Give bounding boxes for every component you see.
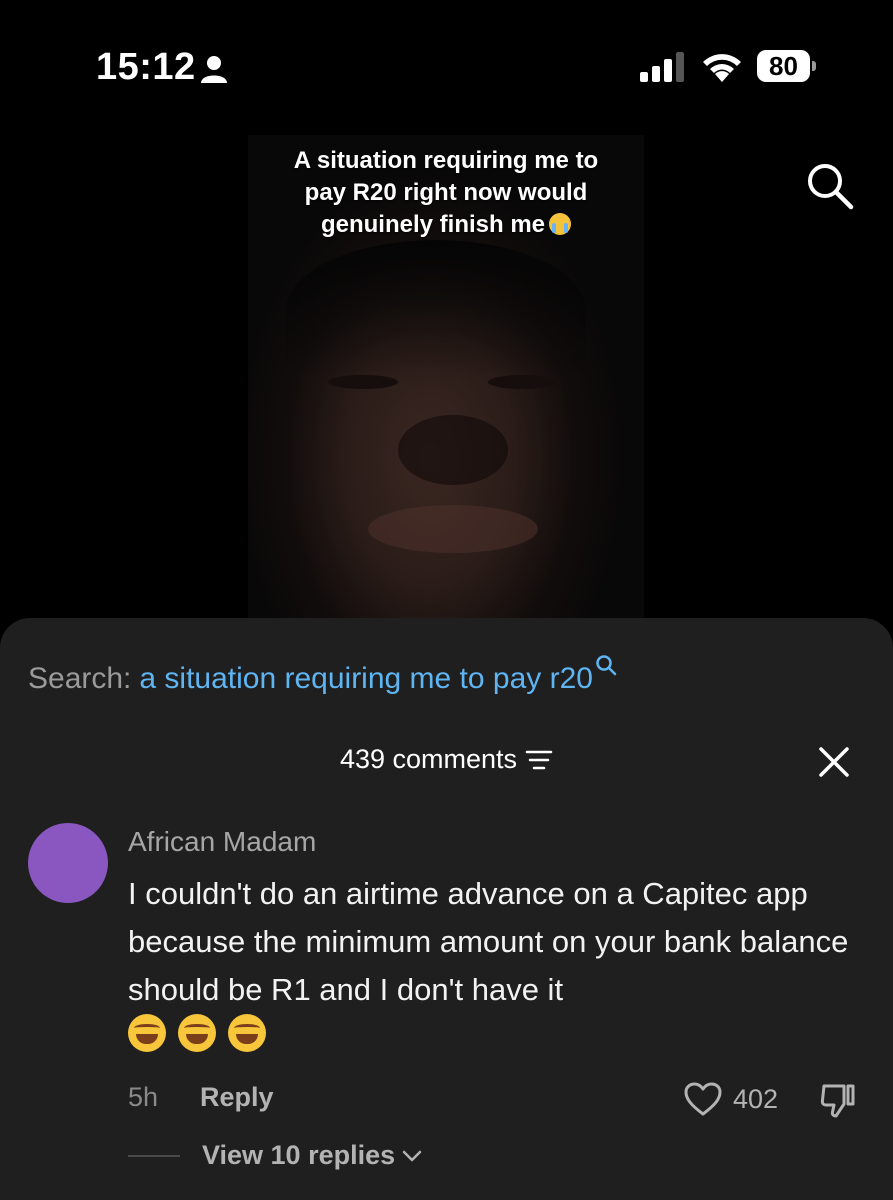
video-caption: A situation requiring me to pay R20 righ… bbox=[248, 145, 644, 241]
search-query-link[interactable]: a situation requiring me to pay r20 bbox=[139, 662, 593, 695]
sort-icon[interactable] bbox=[525, 749, 553, 771]
battery-level: 80 bbox=[757, 50, 810, 82]
comments-count: 439 comments bbox=[339, 744, 518, 774]
view-replies-row[interactable]: View 10 replies bbox=[128, 1140, 423, 1171]
comment-meta: 5h Reply bbox=[128, 1082, 274, 1113]
comment-emoji-row bbox=[128, 1014, 278, 1052]
battery-tip bbox=[812, 61, 816, 71]
comment-text: I couldn't do an airtime advance on a Ca… bbox=[128, 876, 849, 1007]
status-time: 15:12 bbox=[96, 46, 196, 88]
face-with-tears-of-joy-icon bbox=[128, 1014, 166, 1052]
close-icon[interactable] bbox=[818, 746, 850, 778]
search-suggestion[interactable]: Search: a situation requiring me to pay r… bbox=[28, 654, 617, 696]
status-bar: 15:12 80 bbox=[0, 0, 893, 130]
comment-timestamp: 5h bbox=[128, 1082, 159, 1112]
heart-icon[interactable] bbox=[683, 1081, 723, 1117]
face-with-tears-of-joy-icon bbox=[228, 1014, 266, 1052]
caption-line-3: genuinely finish me bbox=[320, 211, 546, 238]
comment-username[interactable]: African Madam bbox=[128, 826, 316, 858]
chevron-down-icon[interactable] bbox=[401, 1149, 423, 1163]
video-preview[interactable]: A situation requiring me to pay R20 righ… bbox=[248, 135, 644, 625]
like-count: 402 bbox=[733, 1083, 779, 1114]
signal-icon bbox=[640, 52, 684, 82]
avatar[interactable] bbox=[28, 823, 108, 903]
caption-line-1: A situation requiring me to bbox=[293, 147, 599, 174]
video-eye-left bbox=[328, 375, 398, 389]
comments-sheet: Search: a situation requiring me to pay r… bbox=[0, 618, 893, 1200]
video-lips bbox=[368, 505, 538, 553]
video-eye-right bbox=[488, 375, 558, 389]
search-icon[interactable] bbox=[804, 160, 856, 212]
video-nose bbox=[398, 415, 508, 485]
person-icon bbox=[201, 56, 227, 83]
dislike-icon[interactable] bbox=[818, 1080, 858, 1120]
view-replies-button[interactable]: View 10 replies bbox=[202, 1140, 395, 1171]
video-shadow bbox=[286, 240, 586, 380]
comments-header: 439 comments bbox=[0, 744, 893, 775]
like-button[interactable]: 402 bbox=[683, 1080, 778, 1118]
battery-indicator: 80 bbox=[757, 50, 816, 82]
replies-divider bbox=[128, 1154, 180, 1157]
face-with-tears-of-joy-icon bbox=[178, 1014, 216, 1052]
caption-line-2: pay R20 right now would bbox=[304, 179, 588, 206]
loudly-crying-face-icon bbox=[549, 213, 572, 235]
reply-button[interactable]: Reply bbox=[200, 1082, 274, 1112]
search-prefix: Search: bbox=[28, 662, 132, 695]
wifi-icon bbox=[703, 54, 741, 82]
search-small-icon bbox=[596, 655, 617, 676]
